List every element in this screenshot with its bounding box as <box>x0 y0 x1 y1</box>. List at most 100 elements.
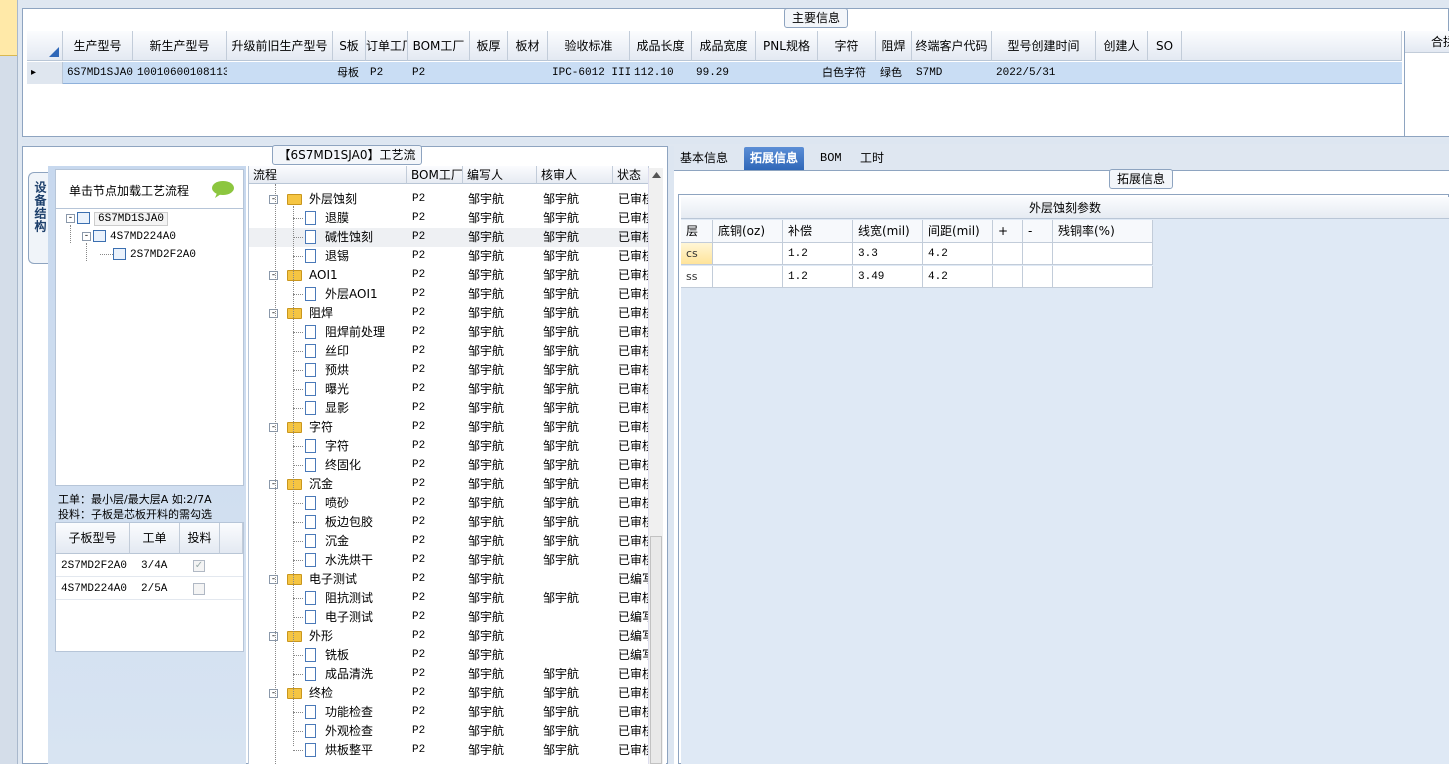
column-header[interactable]: PNL规格 <box>756 31 818 61</box>
column-header[interactable]: - <box>1023 220 1053 243</box>
table-cell[interactable]: 1.2 <box>783 243 853 265</box>
table-cell[interactable]: 2022/5/31 <box>992 62 1096 84</box>
column-header[interactable]: 字符 <box>818 31 876 61</box>
table-cell[interactable] <box>1053 266 1153 288</box>
table-cell[interactable] <box>756 62 818 84</box>
column-header[interactable]: 生产型号 <box>63 31 133 61</box>
table-cell[interactable]: 3.3 <box>853 243 923 265</box>
table-row[interactable]: 碱性蚀刻 P2 邹宇航 邹宇航 已审核 <box>249 228 649 247</box>
scroll-up-icon[interactable] <box>652 172 661 178</box>
column-header[interactable]: 流程 <box>249 166 407 184</box>
column-header[interactable]: 成品长度 <box>630 31 692 61</box>
table-cell[interactable]: 母板 <box>333 62 366 84</box>
table-row[interactable]: 板边包胶 P2 邹宇航 邹宇航 已审核 <box>249 513 649 532</box>
layer-cell[interactable]: cs <box>681 243 713 265</box>
table-cell[interactable] <box>713 243 783 265</box>
table-cell[interactable] <box>508 62 548 84</box>
column-header[interactable]: 编写人 <box>463 166 537 184</box>
table-cell[interactable] <box>1023 266 1053 288</box>
column-header[interactable]: 创建人 <box>1096 31 1148 61</box>
tree-toggle-icon[interactable]: - <box>269 309 278 318</box>
column-header[interactable]: + <box>993 220 1023 243</box>
table-row[interactable]: ▸ 6S7MD1SJA0 10010600108113 母板 P2 P2 IPC-6012 … <box>27 62 1402 84</box>
column-header[interactable]: 新生产型号 <box>133 31 227 61</box>
tab-hours[interactable]: 工时 <box>854 147 890 170</box>
table-row[interactable]: - 字符 P2 邹宇航 邹宇航 已审核 <box>249 418 649 437</box>
column-header[interactable]: 板厚 <box>470 31 508 61</box>
table-cell[interactable]: 1.2 <box>783 266 853 288</box>
table-cell[interactable] <box>1096 62 1148 84</box>
column-header[interactable]: S板 <box>333 31 366 61</box>
table-cell[interactable]: 6S7MD1SJA0 <box>63 62 133 84</box>
table-row[interactable]: - 外层蚀刻 P2 邹宇航 邹宇航 已审核 <box>249 190 649 209</box>
table-row[interactable]: - 电子测试 P2 邹宇航 已编写 <box>249 570 649 589</box>
table-cell[interactable]: P2 <box>366 62 408 84</box>
table-cell[interactable]: IPC-6012 III级 <box>548 62 630 84</box>
table-cell[interactable] <box>227 62 333 84</box>
table-row[interactable]: 退锡 P2 邹宇航 邹宇航 已审核 <box>249 247 649 266</box>
table-row[interactable]: 字符 P2 邹宇航 邹宇航 已审核 <box>249 437 649 456</box>
column-header[interactable]: 核审人 <box>537 166 613 184</box>
feed-checkbox[interactable]: ✓ <box>193 560 205 572</box>
table-cell[interactable]: P2 <box>408 62 470 84</box>
tab-bom[interactable]: BOM <box>814 147 848 170</box>
column-header[interactable]: 型号创建时间 <box>992 31 1096 61</box>
table-row[interactable]: 功能检查 P2 邹宇航 邹宇航 已审核 <box>249 703 649 722</box>
table-row[interactable]: 沉金 P2 邹宇航 邹宇航 已审核 <box>249 532 649 551</box>
table-cell[interactable]: S7MD <box>912 62 992 84</box>
table-cell[interactable]: 4.2 <box>923 266 993 288</box>
table-cell[interactable]: 白色字符 <box>818 62 876 84</box>
tree-toggle-icon[interactable]: - <box>82 231 91 241</box>
table-cell[interactable] <box>1148 62 1182 84</box>
horizontal-splitter[interactable] <box>22 139 1449 144</box>
table-row[interactable]: 成品清洗 P2 邹宇航 邹宇航 已审核 <box>249 665 649 684</box>
column-header[interactable]: 阻焊 <box>876 31 912 61</box>
table-row[interactable]: - 沉金 P2 邹宇航 邹宇航 已审核 <box>249 475 649 494</box>
table-row[interactable]: 4S7MD224A0 2/5A <box>56 578 243 600</box>
table-row[interactable]: 丝印 P2 邹宇航 邹宇航 已审核 <box>249 342 649 361</box>
column-header[interactable]: 间距(mil) <box>923 220 993 243</box>
table-row[interactable]: - 阻焊 P2 邹宇航 邹宇航 已审核 <box>249 304 649 323</box>
tree-toggle-icon[interactable]: - <box>269 689 278 698</box>
table-row[interactable]: 烘板整平 P2 邹宇航 邹宇航 已审核 <box>249 741 649 760</box>
tree-node[interactable]: - 6S7MD1SJA0 <box>66 210 169 228</box>
tree-node[interactable]: 2S7MD2F2A0 <box>100 246 196 264</box>
table-row[interactable]: 预烘 P2 邹宇航 邹宇航 已审核 <box>249 361 649 380</box>
table-row[interactable]: 显影 P2 邹宇航 邹宇航 已审核 <box>249 399 649 418</box>
column-header[interactable]: 终端客户代码 <box>912 31 992 61</box>
column-header[interactable]: 线宽(mil) <box>853 220 923 243</box>
table-cell[interactable] <box>1023 243 1053 265</box>
table-row[interactable]: - 外形 P2 邹宇航 已编写 <box>249 627 649 646</box>
column-header[interactable]: 底铜(oz) <box>713 220 783 243</box>
tab-equipment-structure[interactable]: 设备结构 <box>28 172 50 264</box>
table-cell[interactable] <box>713 266 783 288</box>
tree-toggle-icon[interactable]: - <box>66 213 75 223</box>
column-header[interactable]: 残铜率(%) <box>1053 220 1153 243</box>
tree-toggle-icon[interactable]: - <box>269 195 278 204</box>
tree-toggle-icon[interactable]: - <box>269 632 278 641</box>
table-cell[interactable] <box>1053 243 1153 265</box>
column-header[interactable]: 板材 <box>508 31 548 61</box>
tab-basic[interactable]: 基本信息 <box>674 147 734 170</box>
table-cell[interactable] <box>470 62 508 84</box>
table-cell[interactable] <box>993 243 1023 265</box>
table-row[interactable]: 曝光 P2 邹宇航 邹宇航 已审核 <box>249 380 649 399</box>
table-cell[interactable]: 4.2 <box>923 243 993 265</box>
table-row[interactable]: 阻抗测试 P2 邹宇航 邹宇航 已审核 <box>249 589 649 608</box>
table-row[interactable]: 终固化 P2 邹宇航 邹宇航 已审核 <box>249 456 649 475</box>
table-row[interactable]: 阻焊前处理 P2 邹宇航 邹宇航 已审核 <box>249 323 649 342</box>
table-row[interactable]: 铣板 P2 邹宇航 已编写 <box>249 646 649 665</box>
column-header[interactable]: BOM工厂 <box>408 31 470 61</box>
column-header[interactable]: 升级前旧生产型号 <box>227 31 333 61</box>
column-header[interactable]: 投料 <box>180 523 220 554</box>
column-header[interactable]: 工单 <box>130 523 180 554</box>
column-header[interactable]: 层 <box>681 220 713 243</box>
table-row[interactable]: - AOI1 P2 邹宇航 邹宇航 已审核 <box>249 266 649 285</box>
tree-toggle-icon[interactable]: - <box>269 423 278 432</box>
table-row[interactable]: 外观检查 P2 邹宇航 邹宇航 已审核 <box>249 722 649 741</box>
tree-toggle-icon[interactable]: - <box>269 271 278 280</box>
column-header[interactable]: BOM工厂 <box>407 166 463 184</box>
column-header[interactable]: 补偿 <box>783 220 853 243</box>
table-row[interactable]: 水洗烘干 P2 邹宇航 邹宇航 已审核 <box>249 551 649 570</box>
column-header[interactable]: 子板型号 <box>56 523 130 554</box>
